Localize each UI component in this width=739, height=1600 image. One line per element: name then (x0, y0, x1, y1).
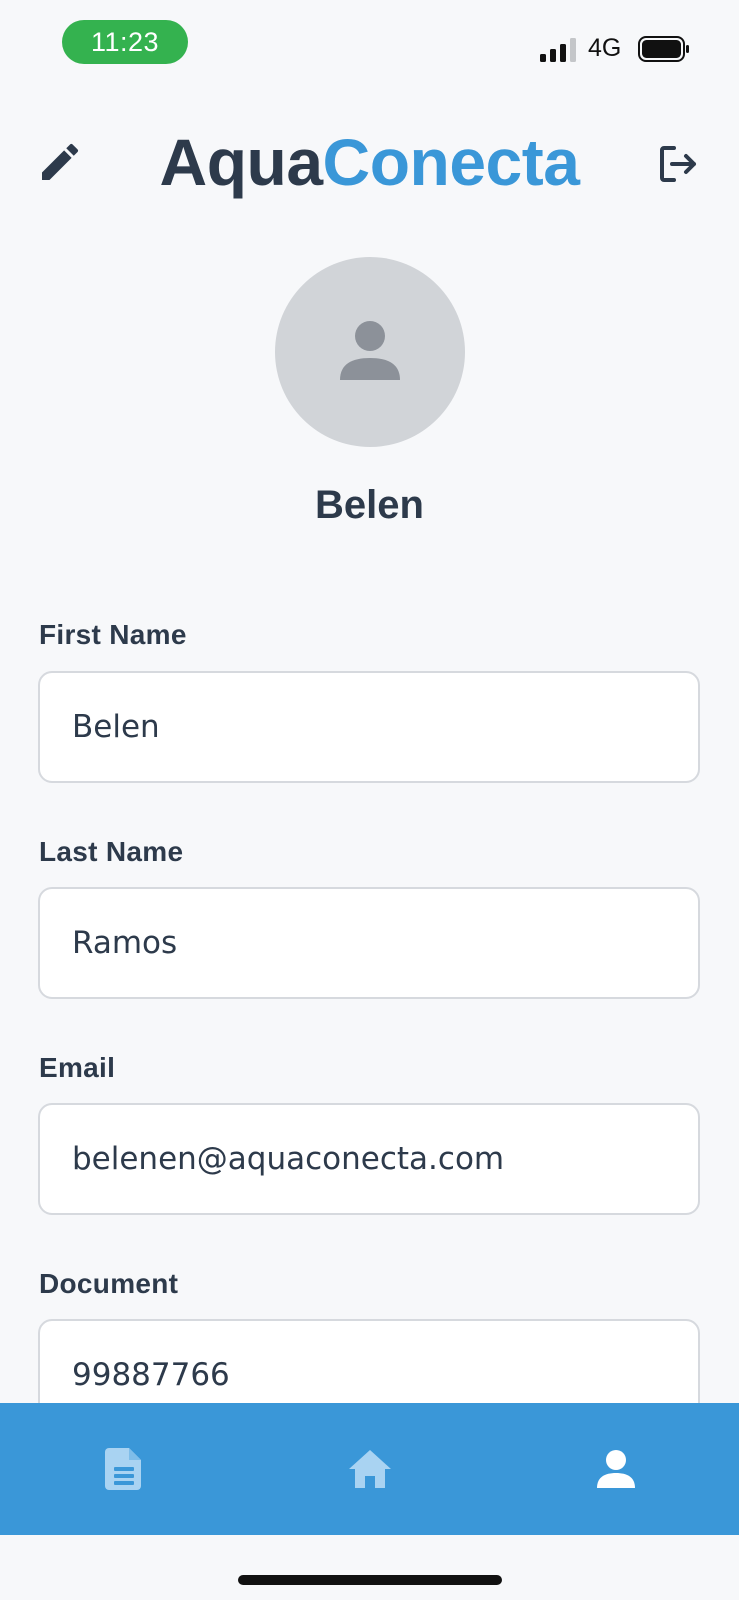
document-icon (105, 1448, 141, 1490)
avatar[interactable] (275, 257, 465, 447)
document-label: Document (39, 1268, 179, 1299)
logout-button[interactable] (654, 140, 702, 188)
first-name-label: First Name (39, 619, 187, 650)
first-name-field[interactable]: Belen (38, 671, 700, 783)
profile-name: Belen (315, 483, 424, 527)
status-bar: 11:23 4G (0, 0, 739, 90)
user-icon (340, 321, 400, 380)
status-time: 11:23 (62, 20, 188, 64)
nav-item-documents[interactable] (64, 1403, 184, 1535)
last-name-label: Last Name (39, 836, 184, 867)
nav-item-profile[interactable] (556, 1403, 676, 1535)
app-logo: AquaConecta (0, 122, 739, 202)
last-name-field[interactable]: Ramos (38, 887, 700, 999)
signal-icon (540, 38, 576, 62)
battery-icon (638, 36, 689, 62)
profile-screen: 11:23 4G AquaConecta Belen First Name Be… (0, 0, 739, 1600)
logout-icon (660, 146, 696, 182)
network-type: 4G (588, 34, 622, 62)
user-icon (597, 1450, 635, 1488)
home-indicator[interactable] (238, 1575, 502, 1585)
logo-part-aqua: Aqua (159, 125, 324, 199)
home-icon (349, 1450, 391, 1488)
bottom-safe-area (0, 1535, 739, 1600)
bottom-navigation (0, 1403, 739, 1535)
email-label: Email (39, 1052, 116, 1083)
logo-part-conecta: Conecta (322, 125, 580, 199)
email-field[interactable]: belenen@aquaconecta.com (38, 1103, 700, 1215)
app-header: AquaConecta (0, 110, 739, 210)
nav-item-home[interactable] (310, 1403, 430, 1535)
